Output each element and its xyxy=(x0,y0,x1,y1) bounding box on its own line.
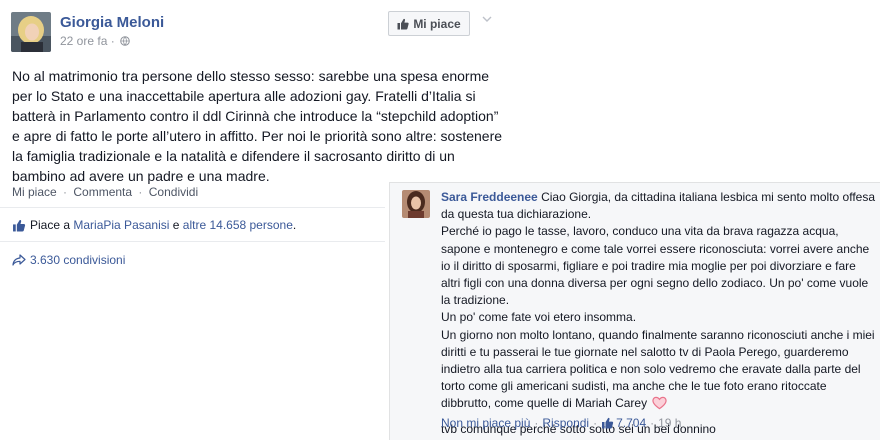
comment-likes-value: 7.704 xyxy=(616,416,647,430)
comment-body: Sara Freddeenee Ciao Giorgia, da cittadi… xyxy=(441,189,876,438)
likes-summary: Piace a MariaPia Pasanisi e altre 14.658… xyxy=(12,218,296,232)
comment-paragraph: Un giorno non molto lontano, quando fina… xyxy=(441,327,876,413)
author-avatar[interactable] xyxy=(11,12,51,52)
post-author-name[interactable]: Giorgia Meloni xyxy=(60,14,164,31)
divider xyxy=(0,207,385,208)
meta-separator: · xyxy=(110,34,115,48)
comment-line: Perché io pago le tasse, lavoro, conduco… xyxy=(441,224,870,308)
commenter-avatar[interactable] xyxy=(402,190,430,218)
shares-count: 3.630 condivisioni xyxy=(30,253,126,267)
liker-friend-link[interactable]: MariaPia Pasanisi xyxy=(73,218,169,232)
action-separator: · xyxy=(138,185,143,199)
avatar-image xyxy=(402,190,430,218)
action-separator: · xyxy=(650,416,655,430)
thumbs-up-icon xyxy=(13,219,26,231)
avatar-image xyxy=(11,12,51,52)
action-separator: · xyxy=(534,416,539,430)
share-link[interactable]: Condividi xyxy=(149,185,198,199)
reply-link[interactable]: Rispondi xyxy=(542,416,589,430)
comment-actions: Non mi piace più · Rispondi · 7.704 · 19… xyxy=(441,416,681,430)
action-separator: · xyxy=(63,185,68,199)
like-page-button[interactable]: Mi piace xyxy=(388,11,470,36)
post-meta: 22 ore fa · xyxy=(60,34,130,48)
comment-card: Sara Freddeenee Ciao Giorgia, da cittadi… xyxy=(389,182,880,440)
likes-others-link[interactable]: altre 14.658 persone xyxy=(183,218,293,232)
comment-paragraph: Sara Freddeenee Ciao Giorgia, da cittadi… xyxy=(441,189,876,223)
post-actions: Mi piace · Commenta · Condividi xyxy=(12,185,198,199)
unlike-link[interactable]: Non mi piace più xyxy=(441,416,530,430)
thumbs-up-icon xyxy=(397,18,409,29)
likes-prefix: Piace a xyxy=(30,218,71,232)
comment-likes-count[interactable]: 7.704 xyxy=(601,416,646,430)
action-separator: · xyxy=(593,416,598,430)
heart-icon xyxy=(652,397,668,410)
like-page-label: Mi piace xyxy=(413,16,461,31)
likes-suffix: . xyxy=(292,218,297,232)
post-time[interactable]: 22 ore fa xyxy=(60,34,107,48)
chevron-down-icon[interactable] xyxy=(481,13,493,25)
shares-count-link[interactable]: 3.630 condivisioni xyxy=(12,253,125,267)
post-text: No al matrimonio tra persone dello stess… xyxy=(12,68,503,184)
like-link[interactable]: Mi piace xyxy=(12,185,57,199)
thumbs-up-icon xyxy=(602,417,614,429)
globe-icon[interactable] xyxy=(120,36,130,46)
share-arrow-icon xyxy=(12,254,26,266)
comment-author-name[interactable]: Sara Freddeenee xyxy=(441,190,538,204)
divider xyxy=(0,241,385,242)
likes-and: e xyxy=(172,218,180,232)
comment-line: Un po' come fate voi etero insomma. xyxy=(441,310,637,325)
comment-link[interactable]: Commenta xyxy=(73,185,132,199)
comment-time[interactable]: 19 h xyxy=(658,416,681,430)
